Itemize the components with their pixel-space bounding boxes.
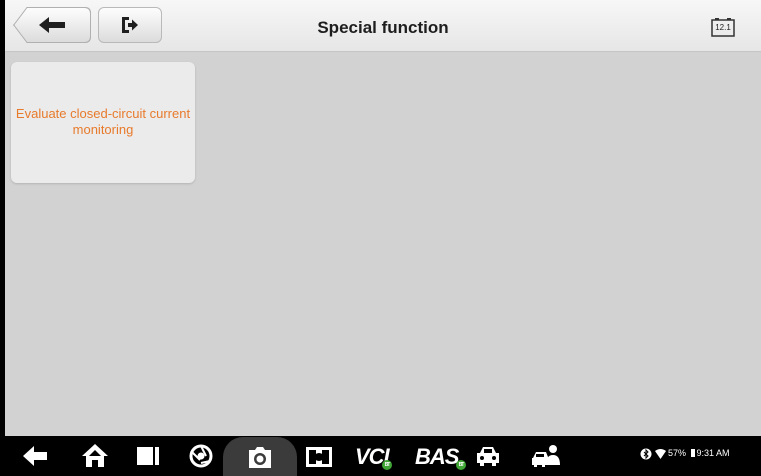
car-icon[interactable] (475, 444, 501, 468)
bas-shortcut[interactable]: BAS BT (415, 444, 466, 470)
vci-bluetooth-badge: BT (382, 460, 392, 470)
remote-support-icon[interactable] (531, 443, 561, 469)
header-bar: Special function 12.1 (5, 0, 761, 52)
vci-shortcut[interactable]: VCI BT (355, 444, 392, 470)
bluetooth-status-icon (640, 448, 652, 460)
clock: 9:31 AM (696, 448, 730, 458)
bas-bluetooth-badge: BT (456, 460, 466, 470)
exit-button[interactable] (98, 7, 162, 43)
battery-status-icon (690, 449, 695, 457)
exit-icon (122, 17, 138, 33)
wifi-icon (655, 449, 666, 459)
back-button[interactable] (13, 7, 91, 43)
screen-recorder-icon[interactable] (305, 445, 333, 469)
function-tile-label: Evaluate closed-circuit current monitori… (15, 106, 191, 137)
camera-icon[interactable] (245, 441, 275, 473)
app-window: Special function 12.1 Evaluate closed-ci… (5, 0, 761, 436)
home-icon[interactable] (80, 436, 110, 476)
battery-voltage-indicator: 12.1 (711, 18, 735, 38)
battery-voltage-text: 12.1 (715, 23, 731, 32)
tablet-screen: Special function 12.1 Evaluate closed-ci… (0, 0, 761, 476)
battery-percent: 57% (668, 448, 687, 458)
back-nav-icon[interactable] (20, 436, 50, 476)
bas-label: BAS (415, 444, 459, 469)
recent-apps-icon[interactable] (133, 436, 163, 476)
status-bar-text: 57% 9:31 AM (668, 448, 730, 458)
function-tile[interactable]: Evaluate closed-circuit current monitori… (11, 62, 195, 183)
browser-icon[interactable] (186, 436, 216, 476)
